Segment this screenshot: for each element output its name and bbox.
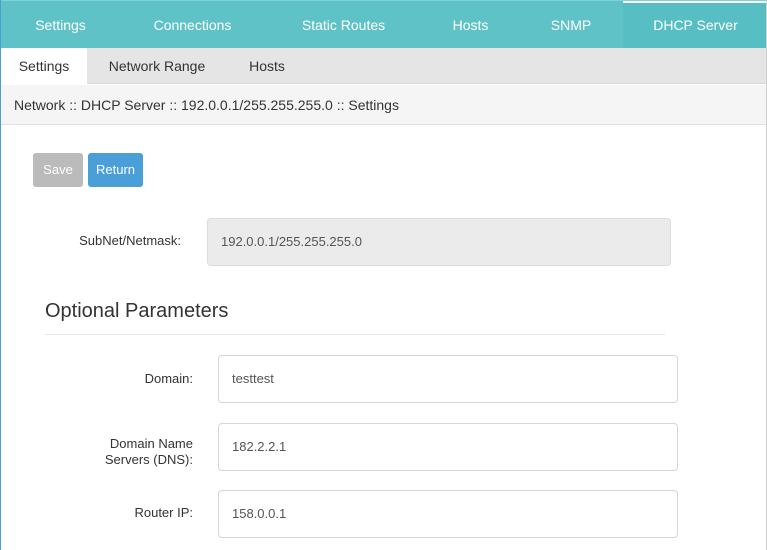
sub-tab-hosts[interactable]: Hosts: [227, 48, 307, 84]
section-divider: [45, 334, 665, 335]
breadcrumb: Network :: DHCP Server :: 192.0.0.1/255.…: [1, 85, 766, 125]
optional-parameters-heading: Optional Parameters: [45, 300, 229, 322]
sub-tab-settings[interactable]: Settings: [1, 47, 87, 84]
dns-input[interactable]: 182.2.2.1: [218, 423, 678, 471]
sub-nav: Settings Network Range Hosts: [1, 47, 766, 84]
dns-label: Domain Name Servers (DNS):: [41, 436, 193, 468]
dns-label-line1: Domain Name: [109, 436, 193, 451]
top-tab-static-routes[interactable]: Static Routes: [265, 1, 422, 49]
dns-label-line2: Servers (DNS):: [104, 452, 193, 467]
subnet-label: SubNet/Netmask:: [79, 233, 181, 248]
top-tab-hosts[interactable]: Hosts: [422, 1, 519, 49]
app-frame: Settings Connections Static Routes Hosts…: [0, 0, 767, 550]
top-nav: Settings Connections Static Routes Hosts…: [1, 0, 766, 49]
save-button[interactable]: Save: [33, 153, 83, 187]
domain-label: Domain:: [144, 371, 193, 386]
domain-input[interactable]: testtest: [218, 355, 678, 403]
top-tab-connections[interactable]: Connections: [120, 1, 265, 49]
subnet-field: 192.0.0.1/255.255.255.0: [207, 218, 671, 266]
router-ip-input[interactable]: 158.0.0.1: [218, 490, 678, 538]
top-tab-snmp[interactable]: SNMP: [519, 1, 623, 49]
router-ip-label: Router IP:: [134, 505, 193, 520]
sub-tab-network-range[interactable]: Network Range: [87, 48, 227, 84]
return-button[interactable]: Return: [88, 153, 143, 187]
top-tab-settings[interactable]: Settings: [1, 1, 120, 49]
top-tab-dhcp-server[interactable]: DHCP Server: [623, 0, 766, 49]
